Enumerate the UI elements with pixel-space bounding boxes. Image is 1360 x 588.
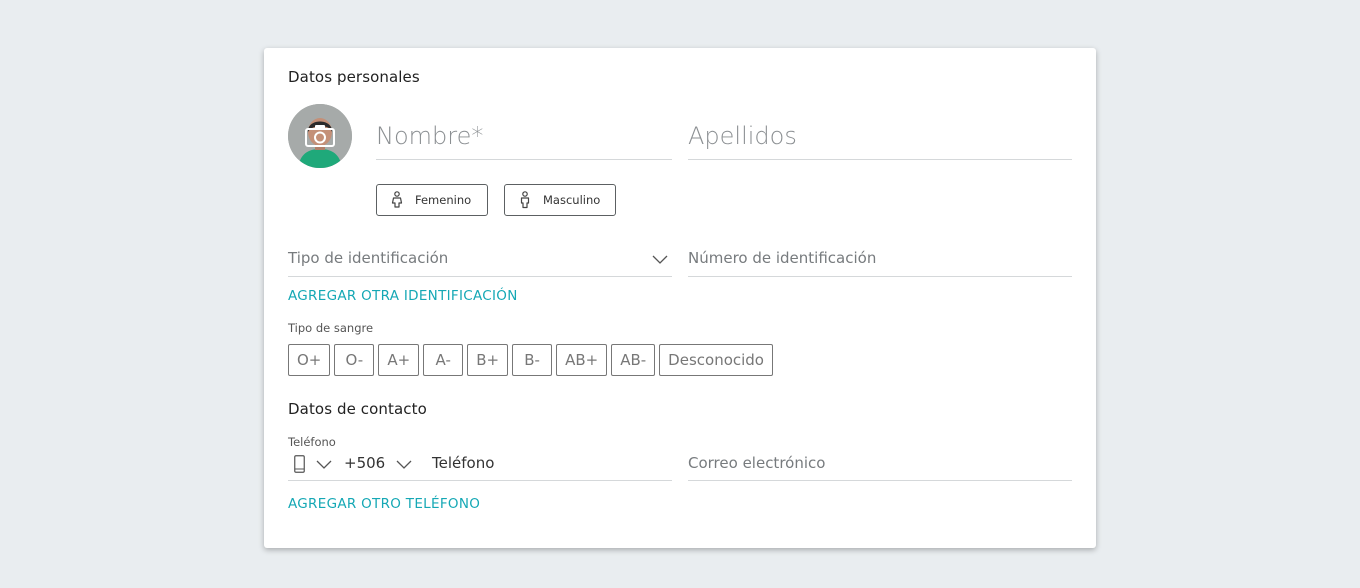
blood-type-button[interactable]: O+ — [288, 344, 331, 376]
blood-type-button[interactable]: Desconocido — [659, 344, 773, 376]
blood-type-options: O+ O- A+ A- B+ B- AB+ AB- Desconocido — [288, 344, 773, 376]
phone-type-chevron-icon[interactable] — [316, 460, 332, 470]
mobile-phone-icon — [294, 455, 305, 473]
first-name-input[interactable]: Nombre* — [376, 104, 672, 160]
chevron-down-icon — [652, 255, 668, 264]
male-icon — [520, 191, 530, 209]
country-code-chevron-icon[interactable] — [396, 460, 412, 470]
id-number-input[interactable]: Número de identificación — [688, 241, 1072, 277]
blood-type-button[interactable]: AB- — [611, 344, 656, 376]
last-name-placeholder: Apellidos — [688, 122, 797, 150]
female-icon — [391, 191, 403, 208]
gender-male-button[interactable]: Masculino — [504, 184, 616, 216]
id-type-placeholder: Tipo de identificación — [288, 249, 449, 267]
email-input[interactable]: Correo electrónico — [688, 445, 1072, 481]
blood-type-button[interactable]: O- — [334, 344, 375, 376]
camera-icon — [305, 125, 335, 147]
phone-number-input[interactable]: Teléfono — [432, 454, 494, 472]
avatar-photo-upload[interactable] — [288, 104, 352, 168]
blood-type-button[interactable]: B- — [512, 344, 553, 376]
id-number-placeholder: Número de identificación — [688, 249, 877, 267]
blood-type-button[interactable]: B+ — [467, 344, 509, 376]
phone-field: +506 Teléfono — [288, 445, 672, 481]
add-identification-link[interactable]: AGREGAR OTRA IDENTIFICACIÓN — [288, 288, 518, 304]
blood-type-button[interactable]: AB+ — [556, 344, 608, 376]
blood-type-button[interactable]: A- — [423, 344, 464, 376]
personal-section-title: Datos personales — [288, 68, 420, 86]
gender-female-label: Femenino — [415, 193, 472, 207]
blood-type-label: Tipo de sangre — [288, 321, 374, 335]
contact-section-title: Datos de contacto — [288, 400, 427, 418]
personal-data-card: Datos personales Nombre* Apellidos Femen… — [264, 48, 1096, 548]
country-code[interactable]: +506 — [344, 454, 385, 472]
last-name-input[interactable]: Apellidos — [688, 104, 1072, 160]
gender-female-button[interactable]: Femenino — [376, 184, 488, 216]
add-phone-link[interactable]: AGREGAR OTRO TELÉFONO — [288, 496, 480, 512]
first-name-placeholder: Nombre* — [376, 122, 484, 150]
email-placeholder: Correo electrónico — [688, 454, 826, 472]
gender-male-label: Masculino — [543, 193, 601, 207]
id-type-select[interactable]: Tipo de identificación — [288, 241, 672, 277]
blood-type-button[interactable]: A+ — [378, 344, 420, 376]
